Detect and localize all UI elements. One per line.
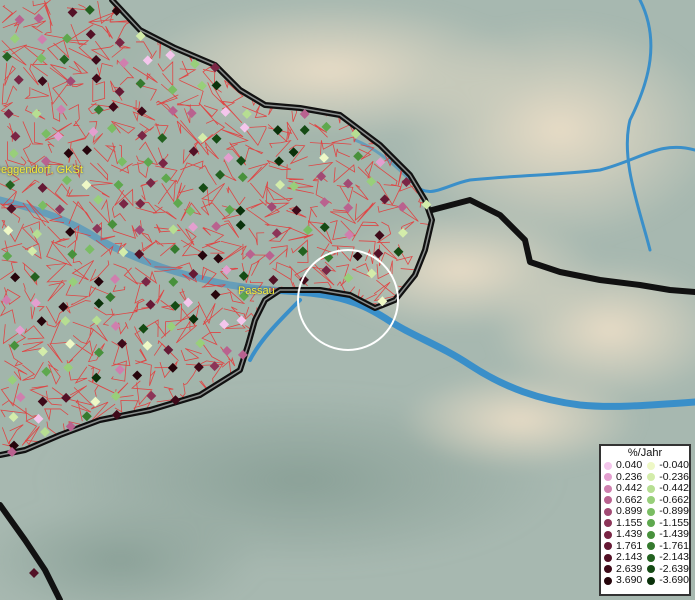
legend-value: -0.442 <box>659 482 689 495</box>
legend-value: 0.662 <box>616 493 643 506</box>
legend-swatch-icon <box>604 553 612 562</box>
legend-value: 0.040 <box>616 459 643 472</box>
legend-swatch-icon <box>647 542 656 551</box>
legend-swatch-icon <box>604 461 612 470</box>
legend-entry: 1.439 <box>601 529 644 541</box>
legend-value: -1.439 <box>659 528 689 541</box>
legend-value: 1.439 <box>616 528 643 541</box>
legend-value: -3.690 <box>659 574 689 587</box>
legend-swatch-icon <box>647 553 656 562</box>
legend-value: -0.899 <box>659 505 689 518</box>
legend-entry: -0.040 <box>644 460 689 472</box>
legend-value: -0.040 <box>659 459 689 472</box>
legend-swatch-icon <box>647 576 656 585</box>
legend-value: 2.143 <box>616 551 643 564</box>
legend-entry: -2.143 <box>644 552 689 564</box>
legend-value: 1.155 <box>616 516 643 529</box>
legend-value: 0.899 <box>616 505 643 518</box>
legend-entry: -0.899 <box>644 506 689 518</box>
legend-swatch-icon <box>647 519 656 528</box>
legend-swatch-icon <box>604 496 612 505</box>
legend-value: -2.639 <box>659 562 689 575</box>
legend-value: 2.639 <box>616 562 643 575</box>
legend-value: 1.761 <box>616 539 643 552</box>
legend-value: -0.662 <box>659 493 689 506</box>
legend-swatch-icon <box>647 507 656 516</box>
legend-swatch-icon <box>604 473 612 482</box>
legend-value: -2.143 <box>659 551 689 564</box>
legend-swatch-icon <box>647 461 656 470</box>
place-label-deggendorf: Deggendorf, GKSt <box>0 164 83 176</box>
legend-swatch-icon <box>604 507 612 516</box>
legend-entry: -0.442 <box>644 483 689 495</box>
legend-entry: 3.690 <box>601 575 644 587</box>
legend-value: -0.236 <box>659 470 689 483</box>
legend-value: -1.761 <box>659 539 689 552</box>
legend-swatch-icon <box>604 519 612 528</box>
legend-entry: -3.690 <box>644 575 689 587</box>
legend-swatch-icon <box>647 473 656 482</box>
legend-swatch-icon <box>604 530 612 539</box>
legend-negative-column: -0.040 -0.236 -0.442 -0.662 -0.899 -1.155 -1.4… <box>644 460 689 587</box>
legend-positive-column: 0.040 0.236 0.442 0.662 0.899 1.155 1.439 1.761… <box>601 460 644 587</box>
legend-entry: 0.040 <box>601 460 644 472</box>
legend-entry: 2.143 <box>601 552 644 564</box>
legend-swatch-icon <box>647 496 656 505</box>
place-label-passau: Passau <box>238 285 275 297</box>
legend-entry: 0.899 <box>601 506 644 518</box>
legend-value: 0.442 <box>616 482 643 495</box>
legend-swatch-icon <box>604 542 612 551</box>
legend-swatch-icon <box>647 565 656 574</box>
map-canvas[interactable] <box>0 0 695 600</box>
legend-swatch-icon <box>647 484 656 493</box>
legend-swatch-icon <box>604 576 612 585</box>
legend-swatch-icon <box>604 484 612 493</box>
legend-swatch-icon <box>604 565 612 574</box>
legend-value: -1.155 <box>659 516 689 529</box>
legend-title: %/Jahr <box>627 447 663 459</box>
legend: %/Jahr 0.040 0.236 0.442 0.662 0.899 1.155 1.4… <box>599 444 691 596</box>
legend-value: 0.236 <box>616 470 643 483</box>
legend-swatch-icon <box>647 530 656 539</box>
legend-value: 3.690 <box>616 574 643 587</box>
legend-entry: -1.439 <box>644 529 689 541</box>
legend-entry: 0.442 <box>601 483 644 495</box>
